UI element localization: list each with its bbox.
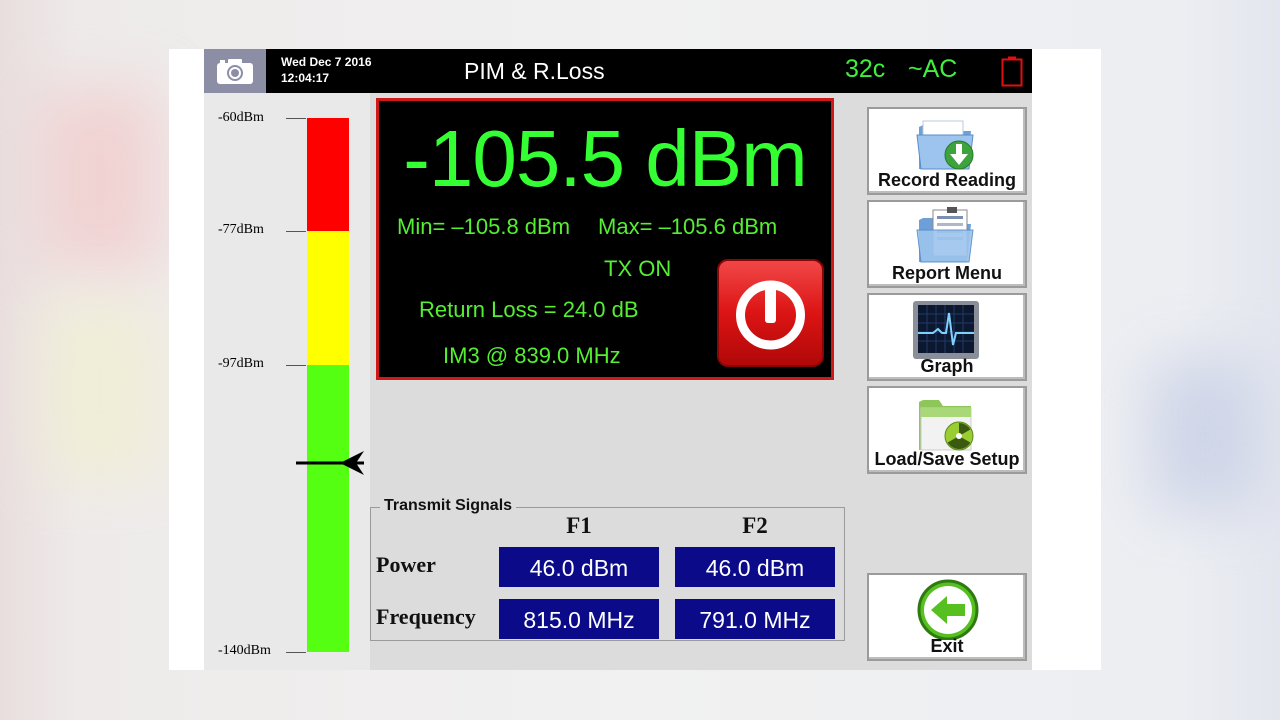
tick-label-77: -77dBm	[218, 222, 264, 237]
screenshot-button[interactable]	[204, 49, 266, 93]
row-header-power: Power	[376, 552, 436, 577]
tick-label-60: -60dBm	[218, 110, 264, 125]
min-value: Min= –105.8 dBm	[397, 214, 571, 239]
tick-label-140: -140dBm	[218, 643, 271, 658]
meter-red-zone	[307, 118, 349, 231]
tick-mark	[286, 118, 306, 119]
tick-mark	[286, 652, 306, 653]
folder-download-icon	[916, 120, 974, 170]
temperature-readout: 32c	[845, 55, 886, 83]
status-bar: Wed Dec 7 2016 12:04:17 PIM & R.Loss 32c…	[204, 49, 1032, 93]
record-reading-label: Record Reading	[877, 170, 1017, 190]
folder-report-icon	[916, 207, 974, 263]
transmit-signals-title: Transmit Signals	[380, 497, 517, 515]
im3-frequency: IM3 @ 839.0 MHz	[443, 343, 621, 368]
f1-frequency-value[interactable]: 815.0 MHz	[499, 599, 659, 639]
battery-icon	[1001, 56, 1023, 87]
column-header-f2: F2	[742, 513, 768, 538]
folder-radiation-icon	[919, 400, 974, 451]
max-value: Max= –105.6 dBm	[598, 214, 778, 239]
meter-yellow-zone	[307, 231, 349, 365]
graph-button[interactable]: Graph	[867, 293, 1027, 381]
power-source-readout: ~AC	[908, 55, 958, 83]
tick-label-97: -97dBm	[218, 356, 264, 371]
load-save-setup-label: Load/Save Setup	[874, 449, 1020, 469]
report-menu-button[interactable]: Report Menu	[867, 200, 1027, 288]
return-loss-value: Return Loss = 24.0 dB	[419, 297, 639, 322]
monitor-heartbeat-icon	[913, 301, 979, 359]
row-header-frequency: Frequency	[376, 604, 476, 629]
tx-status: TX ON	[604, 256, 672, 281]
f2-power-value[interactable]: 46.0 dBm	[675, 547, 835, 587]
level-meter: -60dBm -77dBm -97dBm -140dBm	[204, 93, 370, 670]
level-needle-icon	[296, 451, 364, 475]
status-date: Wed Dec 7 2016	[281, 55, 372, 69]
background-blur	[1150, 360, 1260, 510]
arrow-left-icon	[917, 579, 979, 640]
exit-button[interactable]: Exit	[867, 573, 1027, 661]
meter-green-zone	[307, 365, 349, 652]
f1-power-value[interactable]: 46.0 dBm	[499, 547, 659, 587]
background-blur	[40, 300, 160, 480]
background-blur	[40, 90, 160, 270]
exit-label: Exit	[930, 636, 964, 656]
date-time: Wed Dec 7 2016 12:04:17	[281, 54, 372, 86]
column-header-f1: F1	[566, 513, 592, 538]
graph-label: Graph	[920, 356, 974, 376]
status-time: 12:04:17	[281, 71, 330, 85]
power-icon[interactable]	[717, 259, 824, 367]
page-title: PIM & R.Loss	[464, 58, 605, 84]
load-save-setup-button[interactable]: Load/Save Setup	[867, 386, 1027, 474]
tick-mark	[286, 365, 306, 366]
record-reading-button[interactable]: Record Reading	[867, 107, 1027, 195]
pim-reading-panel: -105.5 dBm Min= –105.8 dBm Max= –105.6 dB…	[376, 98, 834, 380]
pim-value: -105.5 dBm	[403, 114, 808, 203]
tick-mark	[286, 231, 306, 232]
analyzer-screen: Wed Dec 7 2016 12:04:17 PIM & R.Loss 32c…	[204, 49, 1032, 670]
camera-icon	[217, 59, 253, 84]
report-menu-label: Report Menu	[892, 263, 1002, 283]
min-max-row: Min= –105.8 dBm Max= –105.6 dBm	[397, 214, 777, 240]
f2-frequency-value[interactable]: 791.0 MHz	[675, 599, 835, 639]
